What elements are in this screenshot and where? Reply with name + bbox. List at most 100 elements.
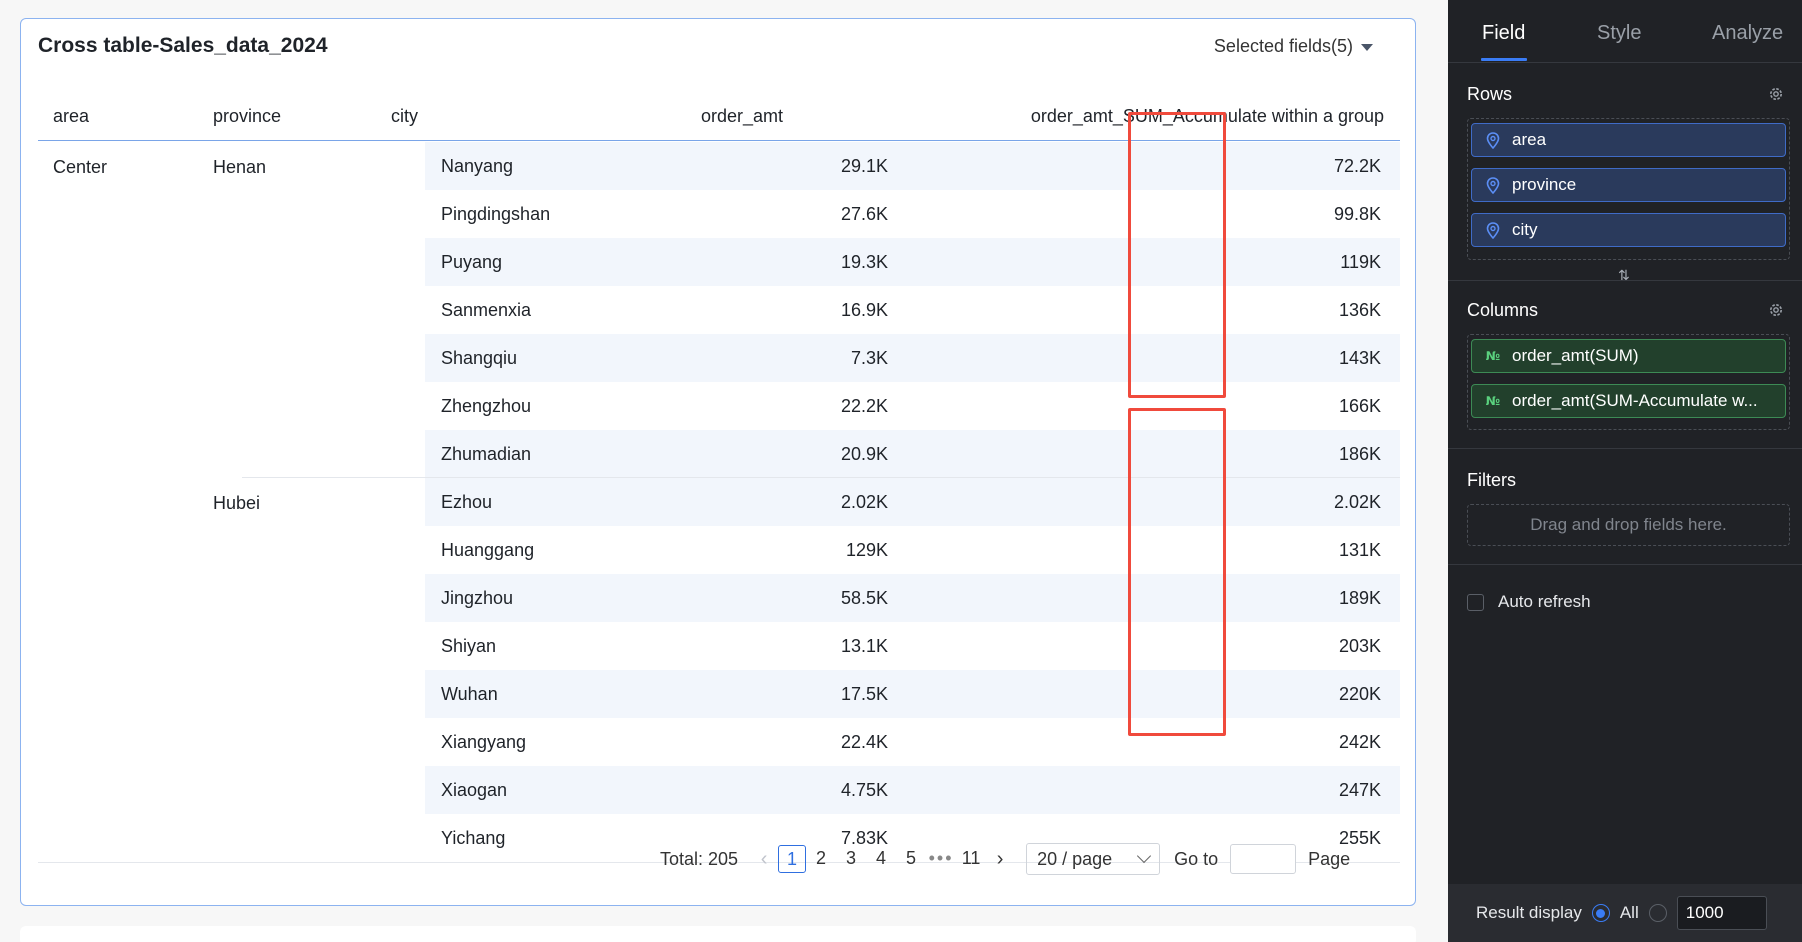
filters-dropzone[interactable]: Drag and drop fields here. [1467,504,1790,546]
cell-city[interactable]: Shangqiu [441,348,517,369]
cell-order-amt[interactable]: 19.3K [841,252,888,273]
row-field-city[interactable]: city [1471,213,1786,247]
col-header-city[interactable]: city [391,106,418,127]
tab-analyze[interactable]: Analyze [1712,22,1783,45]
gear-icon[interactable] [1768,86,1784,102]
result-limit-input[interactable]: 1000 [1676,896,1767,930]
cell-city[interactable]: Shiyan [441,636,496,657]
cell-city[interactable]: Ezhou [441,492,492,513]
cell-accumulate[interactable]: 72.2K [1334,156,1381,177]
next-page-icon[interactable]: › [986,848,1014,871]
cell-order-amt[interactable]: 17.5K [841,684,888,705]
cell-order-amt[interactable]: 129K [846,540,888,561]
table-row: Shangqiu 7.3K 143K [425,334,1400,382]
row-field-label: city [1512,220,1538,239]
cell-order-amt[interactable]: 58.5K [841,588,888,609]
row-header-province[interactable]: Henan [213,157,266,178]
cell-accumulate[interactable]: 242K [1339,732,1381,753]
cell-city[interactable]: Jingzhou [441,588,513,609]
cell-accumulate[interactable]: 2.02K [1334,492,1381,513]
cell-accumulate[interactable]: 119K [1340,252,1381,273]
col-header-accumulate[interactable]: order_amt_SUM_Accumulate within a group [1031,106,1384,127]
auto-refresh-checkbox[interactable] [1467,593,1484,611]
cell-accumulate[interactable]: 166K [1339,396,1381,417]
swap-icon[interactable]: ⇅ [1618,268,1630,284]
cell-city[interactable]: Pingdingshan [441,204,550,225]
page-button-5[interactable]: 5 [896,845,926,873]
page-size-select[interactable]: 20 / page [1026,843,1161,875]
cell-accumulate[interactable]: 136K [1339,300,1381,321]
cell-city[interactable]: Huanggang [441,540,534,561]
columns-title: Columns [1467,300,1539,320]
gear-icon[interactable] [1768,302,1784,318]
table-row: Zhumadian 20.9K 186K [425,430,1400,478]
table-row: Xiaogan 4.75K 247K [425,766,1400,814]
page-button-3[interactable]: 3 [836,845,866,873]
cell-order-amt[interactable]: 22.4K [841,732,888,753]
cell-order-amt[interactable]: 2.02K [841,492,888,513]
page-button-4[interactable]: 4 [866,845,896,873]
row-header-province[interactable]: Hubei [213,493,260,514]
page-ellipsis[interactable]: ••• [926,845,956,873]
cell-city[interactable]: Xiaogan [441,780,507,801]
cell-city[interactable]: Xiangyang [441,732,526,753]
divider [1448,564,1802,565]
row-header-area[interactable]: Center [53,157,107,178]
cell-accumulate[interactable]: 99.8K [1334,204,1381,225]
table-row: Zhengzhou 22.2K 166K [425,382,1400,430]
page-button-1[interactable]: 1 [778,845,807,873]
tab-field[interactable]: Field [1482,22,1525,45]
cell-accumulate[interactable]: 247K [1339,780,1381,801]
page-button-2[interactable]: 2 [806,845,836,873]
cell-order-amt[interactable]: 29.1K [841,156,888,177]
result-all-radio[interactable] [1591,904,1610,922]
cell-city[interactable]: Zhumadian [441,444,531,465]
cell-order-amt[interactable]: 4.75K [841,780,888,801]
divider [1448,448,1802,449]
auto-refresh-row: Auto refresh [1467,592,1591,612]
cell-accumulate[interactable]: 143K [1339,348,1381,369]
cell-city[interactable]: Puyang [441,252,502,273]
result-all-label: All [1619,903,1639,922]
divider [1448,280,1802,281]
table-row: Pingdingshan 27.6K 99.8K [425,190,1400,238]
cell-accumulate[interactable]: 220K [1339,684,1381,705]
col-header-order-amt[interactable]: order_amt [701,106,783,127]
cell-order-amt[interactable]: 20.9K [841,444,888,465]
tab-style[interactable]: Style [1597,22,1641,45]
cell-order-amt[interactable]: 7.3K [851,348,888,369]
prev-page-icon[interactable]: ‹ [750,848,778,871]
cell-city[interactable]: Nanyang [441,156,513,177]
column-field-order-amt-accumulate[interactable]: № order_amt(SUM-Accumulate w... [1471,384,1786,418]
selected-fields-dropdown[interactable]: Selected fields(5) [1214,36,1373,57]
rows-dropzone[interactable]: area province city [1467,118,1790,260]
column-field-label: order_amt(SUM-Accumulate w... [1512,391,1758,410]
result-limit-radio[interactable] [1648,904,1667,922]
column-field-order-amt-sum[interactable]: № order_amt(SUM) [1471,339,1786,373]
cell-city[interactable]: Zhengzhou [441,396,531,417]
cell-accumulate[interactable]: 203K [1339,636,1381,657]
pagination-total: Total: 205 [660,848,739,869]
goto-label: Go to [1174,848,1219,869]
col-header-area[interactable]: area [53,106,89,127]
result-display-label: Result display [1476,903,1582,922]
cell-order-amt[interactable]: 16.9K [841,300,888,321]
col-header-province[interactable]: province [213,106,281,127]
cell-city[interactable]: Yichang [441,828,505,849]
goto-page-input[interactable] [1230,844,1297,874]
page-button-11[interactable]: 11 [956,845,986,873]
row-field-area[interactable]: area [1471,123,1786,157]
cell-city[interactable]: Wuhan [441,684,498,705]
cell-city[interactable]: Sanmenxia [441,300,531,321]
filters-title: Filters [1467,470,1516,490]
row-field-province[interactable]: province [1471,168,1786,202]
cell-accumulate[interactable]: 186K [1339,444,1381,465]
columns-dropzone[interactable]: № order_amt(SUM) № order_amt(SUM-Accumul… [1467,334,1790,430]
card-title: Cross table-Sales_data_2024 [38,34,328,57]
cell-order-amt[interactable]: 22.2K [841,396,888,417]
table-row: Xiangyang 22.4K 242K [425,718,1400,766]
cell-order-amt[interactable]: 27.6K [841,204,888,225]
cell-accumulate[interactable]: 131K [1339,540,1381,561]
cell-accumulate[interactable]: 189K [1339,588,1381,609]
cell-order-amt[interactable]: 13.1K [841,636,888,657]
